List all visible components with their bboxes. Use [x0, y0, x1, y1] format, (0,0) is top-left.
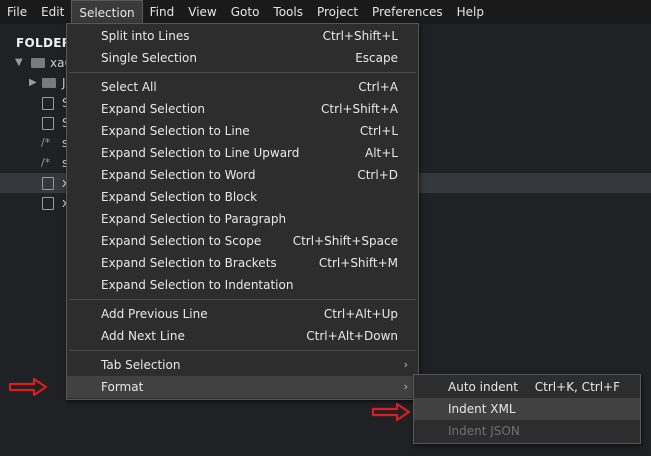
menubar: File Edit Selection Find View Goto Tools…: [0, 0, 651, 24]
menu-item-indent-xml[interactable]: Indent XML: [414, 398, 640, 420]
menu-item-shortcut: Ctrl+Alt+Down: [306, 329, 398, 343]
menu-item-auto-indent[interactable]: Auto indent Ctrl+K, Ctrl+F: [414, 376, 640, 398]
menu-item-shortcut: Ctrl+Shift+M: [318, 256, 398, 270]
menu-item-label: Indent JSON: [448, 424, 520, 438]
menu-item-shortcut: Ctrl+Shift+Space: [292, 234, 398, 248]
menu-item-shortcut: Ctrl+K, Ctrl+F: [534, 380, 620, 394]
menu-item-label: Expand Selection to Block: [101, 190, 258, 204]
comment-file-icon: /*: [41, 136, 51, 149]
folder-open-icon: [31, 58, 45, 68]
menu-item-shortcut: Ctrl+Shift+A: [321, 102, 398, 116]
menu-item-label: Split into Lines: [101, 29, 190, 43]
menu-item-shortcut: Ctrl+A: [358, 80, 398, 94]
menu-item-expand-to-line[interactable]: Expand Selection to Line Ctrl+L: [67, 120, 418, 142]
menu-item-label: Tab Selection: [101, 358, 181, 372]
chevron-right-icon: ›: [403, 380, 408, 393]
menu-item-expand-to-brackets[interactable]: Expand Selection to Brackets Ctrl+Shift+…: [67, 252, 418, 274]
menu-item-shortcut: Ctrl+Alt+Up: [323, 307, 398, 321]
menu-item-label: Expand Selection to Brackets: [101, 256, 277, 270]
menu-project[interactable]: Project: [310, 0, 365, 24]
menu-item-label: Auto indent: [448, 380, 518, 394]
comment-file-icon: /*: [41, 156, 51, 169]
menu-item-expand-to-scope[interactable]: Expand Selection to Scope Ctrl+Shift+Spa…: [67, 230, 418, 252]
menu-item-label: Expand Selection to Paragraph: [101, 212, 287, 226]
menu-item-expand-to-block[interactable]: Expand Selection to Block: [67, 186, 418, 208]
menu-edit[interactable]: Edit: [34, 0, 71, 24]
menu-item-single-selection[interactable]: Single Selection Escape: [67, 47, 418, 69]
menu-item-expand-selection[interactable]: Expand Selection Ctrl+Shift+A: [67, 98, 418, 120]
menu-help[interactable]: Help: [450, 0, 491, 24]
menu-item-expand-to-word[interactable]: Expand Selection to Word Ctrl+D: [67, 164, 418, 186]
menu-item-shortcut: Alt+L: [365, 146, 398, 160]
menu-item-label: Add Previous Line: [101, 307, 208, 321]
annotation-arrow-icon: [371, 403, 411, 421]
menu-item-label: Expand Selection to Word: [101, 168, 256, 182]
menu-view[interactable]: View: [181, 0, 223, 24]
file-icon: [42, 117, 54, 130]
menu-item-label: Expand Selection to Line Upward: [101, 146, 300, 160]
menu-file[interactable]: File: [0, 0, 34, 24]
folder-icon: [42, 78, 56, 88]
file-icon: [42, 197, 54, 210]
menu-item-label: Expand Selection: [101, 102, 205, 116]
menu-separator: [69, 72, 416, 73]
tree-label: J: [62, 76, 66, 90]
menu-item-shortcut: Ctrl+D: [357, 168, 398, 182]
menu-item-indent-json: Indent JSON: [414, 420, 640, 442]
menu-item-expand-to-line-upward[interactable]: Expand Selection to Line Upward Alt+L: [67, 142, 418, 164]
menu-item-shortcut: Escape: [355, 51, 398, 65]
selection-menu: Split into Lines Ctrl+Shift+L Single Sel…: [66, 23, 419, 400]
chevron-down-icon[interactable]: ▼: [15, 53, 23, 73]
menu-item-add-previous-line[interactable]: Add Previous Line Ctrl+Alt+Up: [67, 303, 418, 325]
menu-item-expand-to-paragraph[interactable]: Expand Selection to Paragraph: [67, 208, 418, 230]
menu-separator: [69, 350, 416, 351]
menu-item-shortcut: Ctrl+Shift+L: [322, 29, 398, 43]
file-icon: [42, 177, 54, 190]
menu-find[interactable]: Find: [143, 0, 182, 24]
menu-item-label: Indent XML: [448, 402, 516, 416]
menu-item-label: Select All: [101, 80, 157, 94]
menu-selection[interactable]: Selection: [71, 0, 143, 24]
menu-item-expand-to-indentation[interactable]: Expand Selection to Indentation: [67, 274, 418, 296]
menu-goto[interactable]: Goto: [224, 0, 267, 24]
chevron-right-icon: ›: [403, 358, 408, 371]
format-submenu: Auto indent Ctrl+K, Ctrl+F Indent XML In…: [413, 374, 641, 444]
menu-item-select-all[interactable]: Select All Ctrl+A: [67, 76, 418, 98]
menu-item-shortcut: Ctrl+L: [359, 124, 398, 138]
menu-preferences[interactable]: Preferences: [365, 0, 450, 24]
chevron-right-icon[interactable]: ▶: [29, 73, 37, 93]
menu-item-tab-selection[interactable]: Tab Selection ›: [67, 354, 418, 376]
menu-separator: [69, 299, 416, 300]
menu-item-split-into-lines[interactable]: Split into Lines Ctrl+Shift+L: [67, 25, 418, 47]
menu-item-add-next-line[interactable]: Add Next Line Ctrl+Alt+Down: [67, 325, 418, 347]
menu-item-label: Add Next Line: [101, 329, 185, 343]
menu-item-label: Expand Selection to Line: [101, 124, 250, 138]
file-icon: [42, 97, 54, 110]
menu-item-label: Expand Selection to Indentation: [101, 278, 294, 292]
menu-item-label: Expand Selection to Scope: [101, 234, 262, 248]
menu-item-format[interactable]: Format ›: [67, 376, 418, 398]
menu-tools[interactable]: Tools: [266, 0, 310, 24]
menu-item-label: Single Selection: [101, 51, 198, 65]
menu-item-label: Format: [101, 380, 144, 394]
annotation-arrow-icon: [8, 378, 48, 396]
